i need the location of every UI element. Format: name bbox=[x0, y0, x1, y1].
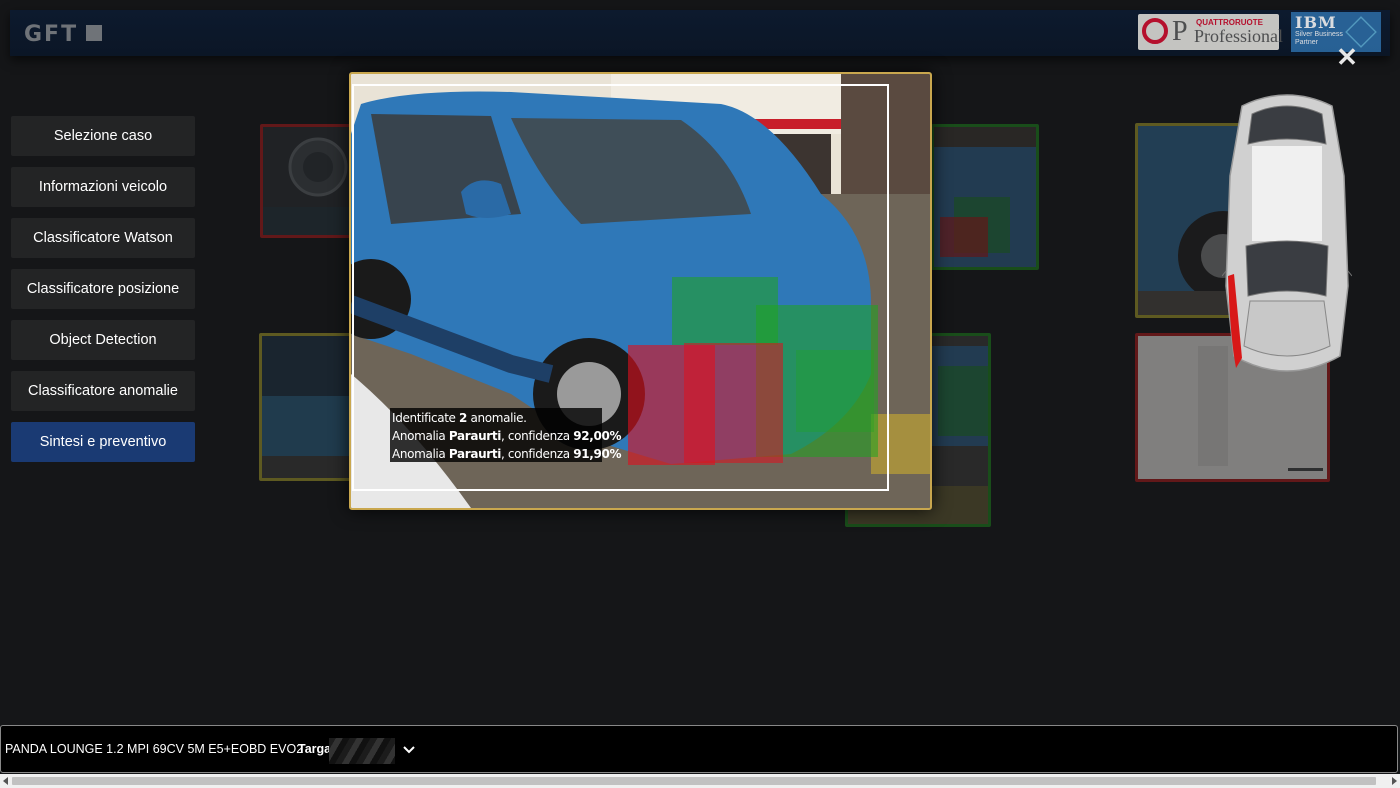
qp-p-mark: P bbox=[1172, 16, 1188, 47]
scroll-left-icon[interactable] bbox=[3, 777, 8, 785]
photo-thumbnail-dashboard[interactable] bbox=[260, 124, 355, 238]
photo-modal: Identificate 2 anomalie. Anomalia Paraur… bbox=[349, 72, 932, 510]
nav-sintesi-preventivo[interactable]: Sintesi e preventivo bbox=[11, 422, 195, 462]
quattroruote-logo: P QUATTRORUOTE Professional bbox=[1138, 14, 1283, 50]
nav-classificatore-watson[interactable]: Classificatore Watson bbox=[11, 218, 195, 258]
anomaly-summary-line: Identificate 2 anomalie. bbox=[392, 411, 527, 425]
gft-logo-square bbox=[86, 25, 102, 41]
nav-classificatore-anomalie[interactable]: Classificatore anomalie bbox=[11, 371, 195, 411]
nav-informazioni-veicolo[interactable]: Informazioni veicolo bbox=[11, 167, 195, 207]
nav-object-detection[interactable]: Object Detection bbox=[11, 320, 195, 360]
vehicle-name: PANDA LOUNGE 1.2 MPI 69CV 5M E5+EOBD EVO… bbox=[5, 742, 304, 756]
chevron-down-icon[interactable] bbox=[401, 740, 417, 758]
vehicle-info-bar: PANDA LOUNGE 1.2 MPI 69CV 5M E5+EOBD EVO… bbox=[0, 725, 1398, 773]
ibm-brand-text: IBM bbox=[1295, 13, 1337, 32]
side-photo bbox=[262, 336, 350, 478]
horizontal-scrollbar[interactable] bbox=[0, 774, 1400, 788]
front-right-photo bbox=[934, 127, 1036, 267]
car-damage-diagram bbox=[1222, 94, 1352, 372]
license-plate-redacted bbox=[329, 738, 395, 764]
nav-selezione-caso[interactable]: Selezione caso bbox=[11, 116, 195, 156]
scrollbar-thumb[interactable] bbox=[12, 777, 1376, 785]
photo-thumbnail-side[interactable] bbox=[259, 333, 353, 481]
scroll-right-icon[interactable] bbox=[1392, 777, 1397, 785]
gft-logo: GFT bbox=[24, 22, 79, 47]
anomaly-summary-panel: Identificate 2 anomalie. Anomalia Paraur… bbox=[390, 408, 622, 462]
anomaly-item: Anomalia Paraurti, confidenza 92,00% bbox=[392, 429, 622, 443]
anomaly-item: Anomalia Paraurti, confidenza 91,90% bbox=[392, 447, 622, 461]
nav-classificatore-posizione[interactable]: Classificatore posizione bbox=[11, 269, 195, 309]
dashboard-photo bbox=[263, 127, 352, 235]
qp-big-text: Professional bbox=[1194, 26, 1283, 46]
qp-q-mark bbox=[1142, 18, 1168, 44]
close-icon[interactable]: ✕ bbox=[1336, 44, 1358, 70]
photo-thumbnail-front-right[interactable] bbox=[931, 124, 1039, 270]
app-window: GFT P QUATTRORUOTE Professional IBM Silv… bbox=[0, 0, 1400, 788]
targa-label: Targa bbox=[298, 742, 332, 756]
